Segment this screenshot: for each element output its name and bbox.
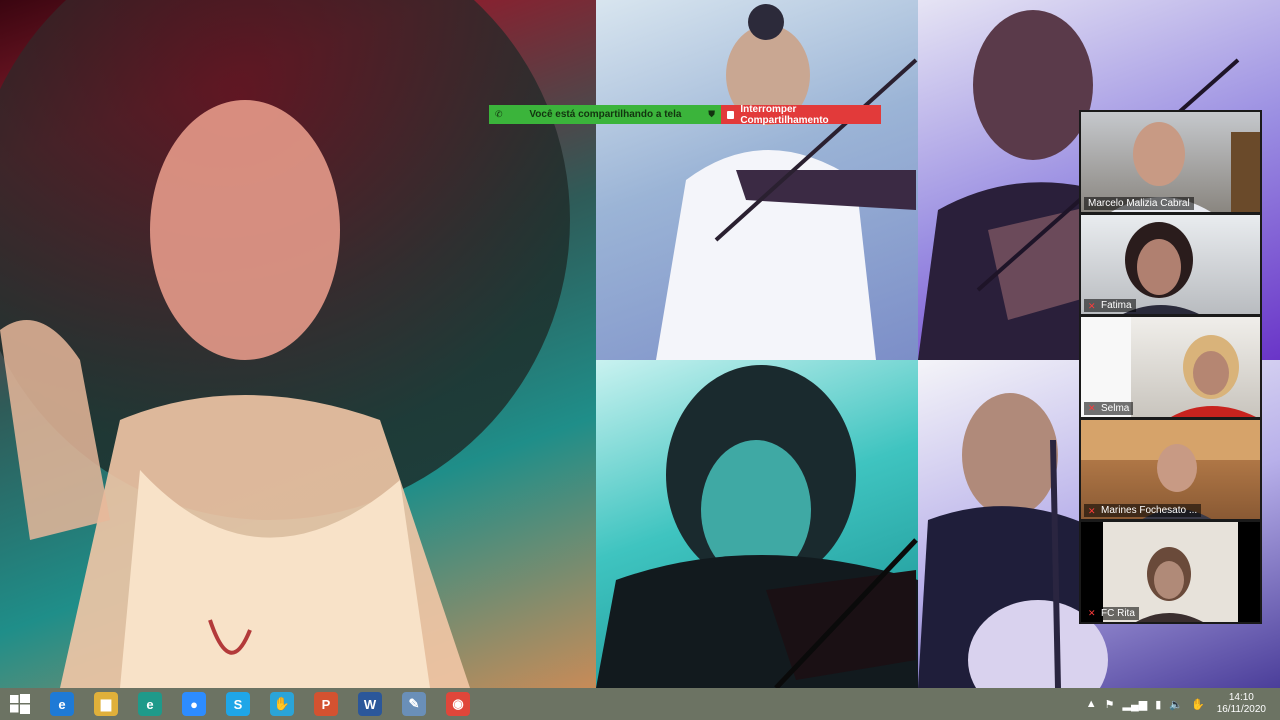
participant-tile[interactable]: ✕ Selma (1081, 317, 1260, 417)
clock-time: 14:10 (1228, 692, 1254, 703)
screen-share-banner: ✆ Você está compartilhando a tela ⛊ Inte… (489, 103, 881, 126)
taskbar-app-button[interactable]: ▆ (84, 688, 128, 720)
powerpoint-document-icon: P (314, 692, 338, 716)
action-center-flag-icon[interactable]: ⚑ (1105, 698, 1115, 711)
clock-date: 16/11/2020 (1216, 704, 1266, 715)
sharing-status-text: Você está compartilhando a tela (529, 109, 682, 120)
participant-name-label: ✕ Selma (1084, 401, 1134, 415)
participant-tile[interactable]: ✕ Fatima (1081, 214, 1260, 315)
violinist-figure (596, 365, 918, 688)
skype-icon: S (226, 692, 250, 716)
taskbar-app-button[interactable]: W (348, 688, 392, 720)
singer-figure (0, 0, 570, 688)
stop-sharing-label: Interromper Compartilhamento (740, 103, 829, 126)
paw-app-icon: ✋ (270, 692, 294, 716)
volume-icon[interactable]: 🔈 (1169, 698, 1183, 711)
paint-icon: ✎ (402, 692, 426, 716)
word-document-icon: W (358, 692, 382, 716)
taskbar-app-button[interactable]: e (40, 688, 84, 720)
stop-sharing-button[interactable]: Interromper Compartilhamento (721, 103, 881, 126)
taskbar-app-button[interactable]: S (216, 688, 260, 720)
file-explorer-icon: ▆ (94, 692, 118, 716)
taskbar-app-button[interactable]: ◉ (436, 688, 480, 720)
start-button[interactable] (0, 688, 40, 720)
participant-name-label: ✕ Fatima (1084, 299, 1136, 313)
participant-video-panel: Marcelo Malizia Cabral ✕ Fatima ✕ Selma … (1079, 110, 1262, 624)
windows-taskbar: e ▆ e ● S ✋ P W ✎ ◉ ▲ ⚑ ▂▄▆ ▮ 🔈 ✋ 14:10 16/11/202… (0, 688, 1280, 720)
participant-tile[interactable]: ✕ FC Rita (1081, 522, 1260, 622)
taskbar-app-button[interactable]: ● (172, 688, 216, 720)
taskbar-app-button[interactable]: P (304, 688, 348, 720)
video-tile-violinist-1[interactable] (596, 0, 918, 360)
participant-name-label: ✕ Marines Fochesato ... (1084, 504, 1202, 518)
taskbar-clock[interactable]: 14:10 16/11/2020 (1213, 692, 1266, 716)
mic-muted-icon: ✕ (1088, 300, 1096, 311)
internet-explorer-icon: e (50, 692, 74, 716)
taskbar-app-button[interactable]: ✋ (260, 688, 304, 720)
participant-name-label: Marcelo Malizia Cabral (1084, 196, 1194, 210)
taskbar-app-list: e ▆ e ● S ✋ P W ✎ ◉ (40, 688, 480, 720)
network-signal-icon[interactable]: ▂▄▆ (1123, 698, 1148, 711)
participant-tile[interactable]: Marcelo Malizia Cabral (1081, 112, 1260, 212)
taskbar-app-button[interactable]: e (128, 688, 172, 720)
show-hidden-icons-icon[interactable]: ▲ (1086, 698, 1097, 710)
participant-name-label: ✕ FC Rita (1084, 606, 1139, 620)
chrome-icon: ◉ (446, 692, 470, 716)
zoom-icon: ● (182, 692, 206, 716)
taskbar-app-button[interactable]: ✎ (392, 688, 436, 720)
phone-icon: ✆ (495, 109, 503, 119)
violinist-figure (656, 4, 918, 360)
video-tile-violinist-3[interactable] (596, 360, 918, 688)
mic-muted-icon: ✕ (1088, 403, 1096, 414)
edge-icon: e (138, 692, 162, 716)
mic-muted-icon: ✕ (1088, 608, 1096, 619)
participant-tile[interactable]: ✕ Marines Fochesato ... (1081, 419, 1260, 520)
stop-icon (727, 110, 735, 119)
desktop-screen: ✆ Você está compartilhando a tela ⛊ Inte… (0, 0, 1280, 720)
mic-muted-icon: ✕ (1088, 505, 1096, 516)
shield-icon: ⛊ (708, 109, 715, 119)
system-tray: ▲ ⚑ ▂▄▆ ▮ 🔈 ✋ 14:10 16/11/2020 (1086, 688, 1280, 720)
windows-logo-icon (10, 694, 30, 714)
main-speaker-video[interactable] (0, 0, 596, 688)
sharing-status-bar[interactable]: ✆ Você está compartilhando a tela ⛊ (489, 105, 721, 124)
battery-icon[interactable]: ▮ (1155, 698, 1161, 711)
touch-keyboard-icon[interactable]: ✋ (1191, 698, 1205, 711)
